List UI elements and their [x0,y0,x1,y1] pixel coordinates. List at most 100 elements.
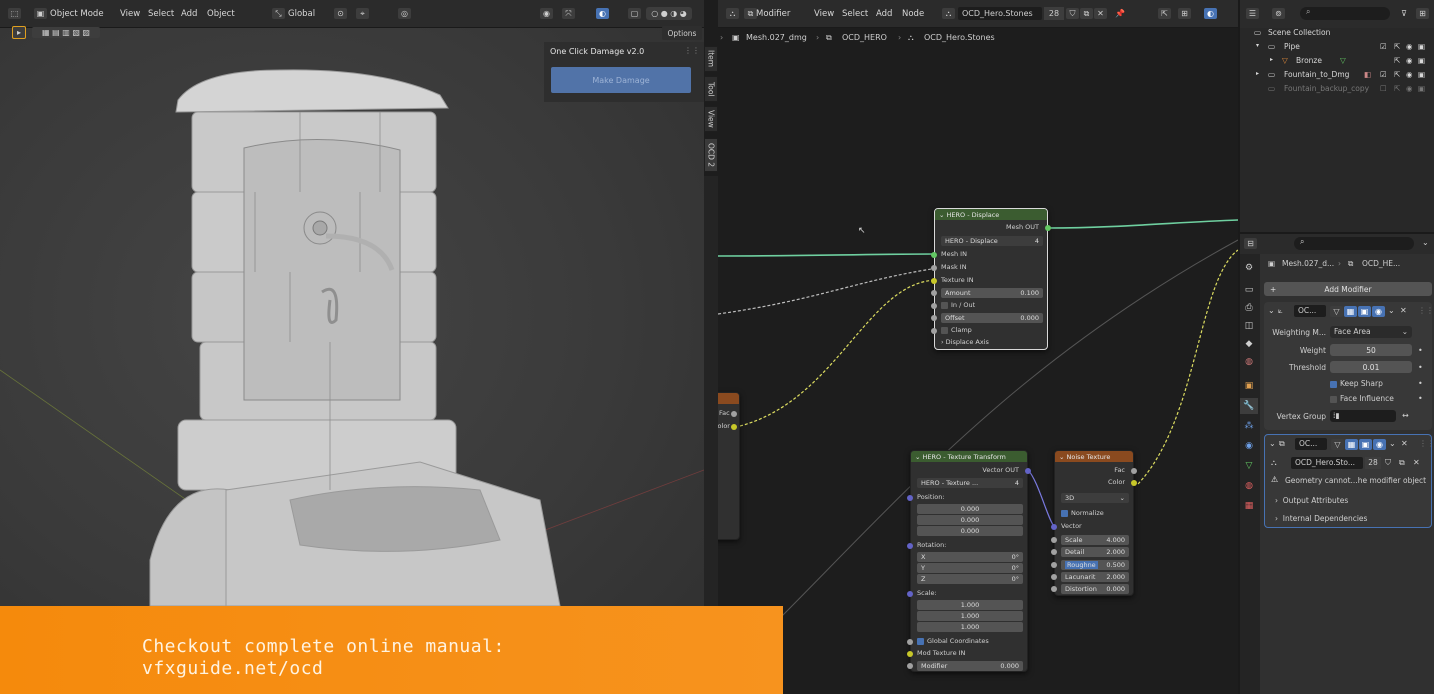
normalize-checkbox[interactable]: Normalize [1061,509,1104,517]
view-layer-tab-icon[interactable]: ◫ [1240,318,1258,334]
distortion-field[interactable]: Distortion 0.000 [1061,584,1129,594]
checkbox[interactable] [1330,395,1337,403]
weight-field[interactable]: 50 [1330,344,1412,356]
keep-sharp-checkbox[interactable]: Keep Sharp [1330,379,1383,388]
dropdown-icon[interactable]: ⌄ [1389,439,1396,448]
editmode-icon[interactable]: ▦ [1345,439,1358,450]
checkbox[interactable] [1061,509,1068,517]
camera-icon[interactable]: ▣ [1418,42,1425,51]
output-attributes-panel[interactable]: › Output Attributes [1275,496,1348,505]
mod-texture-socket[interactable] [907,651,913,657]
face-influence-checkbox[interactable]: Face Influence [1330,394,1394,403]
properties-search-input[interactable]: ⌕ [1294,237,1414,250]
threshold-field[interactable]: 0.01 [1330,361,1412,373]
outliner-row[interactable]: ▭ Scene Collection [1240,26,1434,40]
realtime-icon[interactable]: ▣ [1359,439,1372,450]
rotation-x-field[interactable]: X 0° [917,552,1023,562]
breadcrumb-item[interactable]: Mesh.027_d... [1282,259,1334,268]
checkbox[interactable] [1330,380,1337,388]
outliner-type-icon[interactable]: ☰ [1246,8,1259,19]
checkbox-icon[interactable]: ☑ [1380,42,1387,51]
editmode-icon[interactable]: ▦ [1344,306,1357,317]
camera-icon[interactable]: ▣ [1418,56,1425,65]
node-editor[interactable]: ⛬ ⧉ Modifier View Select Add Node ⛬ OCD_… [718,0,1238,694]
position-y-field[interactable]: 0.000 [917,515,1023,525]
duplicate-icon[interactable]: ⧉ [1399,458,1405,468]
vector-socket[interactable] [1051,524,1057,530]
tab-item[interactable]: Item [704,46,718,72]
orientation-icon[interactable]: ⤡ [272,8,285,19]
object-mode-icon[interactable]: ▣ [34,8,47,19]
weighting-mode-dropdown[interactable]: Face Area ⌄ [1330,326,1412,338]
output-tab-icon[interactable]: ⎙ [1240,300,1258,316]
clamp-checkbox[interactable]: Clamp [941,326,972,334]
global-coords-socket[interactable] [907,639,913,645]
render-tab-icon[interactable]: ▭ [1240,282,1258,298]
pivot-icon[interactable]: ⊙ [334,8,347,19]
menu-add[interactable]: Add [181,9,197,19]
snap-icon[interactable]: ⌖ [356,8,369,19]
properties-type-icon[interactable]: ⊟ [1244,238,1257,249]
distortion-socket[interactable] [1051,586,1057,592]
menu-view[interactable]: View [120,9,140,19]
select-icon[interactable]: ⇱ [1394,70,1400,79]
display-mode-icon[interactable]: ⊚ [1272,8,1285,19]
internal-dependencies-panel[interactable]: › Internal Dependencies [1275,514,1367,523]
object-mode-dropdown[interactable]: Object Mode [50,9,104,19]
camera-icon[interactable]: ▣ [1418,84,1425,93]
expand-arrow-icon[interactable]: ▸ [1270,56,1273,63]
expand-arrow-icon[interactable]: ▸ [1256,70,1259,77]
eye-icon[interactable]: ◉ [1406,42,1413,51]
nodegroup-field[interactable]: OCD_Hero.Sto... [1291,457,1363,469]
tab-tool[interactable]: Tool [704,76,718,102]
banner-line-2[interactable]: vfxguide.net/ocd [142,658,323,679]
scale-y-field[interactable]: 1.000 [917,611,1023,621]
checkbox[interactable] [917,637,924,645]
realtime-icon[interactable]: ▣ [1358,306,1371,317]
outliner-row[interactable]: ▸ ▭ Fountain_to_Dmg ◧ ☑ ⇱ ◉ ▣ [1240,68,1434,82]
select-icon[interactable]: ⇱ [1394,84,1400,93]
options-dropdown[interactable]: Options [662,26,702,40]
amount-field[interactable]: Amount 0.100 [941,288,1043,298]
offset-field[interactable]: Offset 0.000 [941,313,1043,323]
selection-mode-icons[interactable]: ▦ ▤ ▥ ▧ ▨ [32,27,100,38]
unlink-icon[interactable]: ✕ [1413,458,1420,467]
vertex-icon[interactable]: ▽ [1330,306,1343,317]
chevron-down-icon[interactable]: ⌄ [1268,306,1275,315]
eye-icon[interactable]: ◉ [1406,84,1413,93]
scale-field[interactable]: Scale 4.000 [1061,535,1129,545]
roughness-field[interactable]: Roughne 0.500 [1061,560,1129,570]
dimensions-dropdown[interactable]: 3D ⌄ [1061,493,1129,503]
color-socket[interactable] [731,424,737,430]
scale-z-field[interactable]: 1.000 [917,622,1023,632]
keyframe-dot-icon[interactable]: • [1418,394,1423,403]
texture-in-socket[interactable] [931,278,937,284]
chevron-down-icon[interactable]: ⌄ [1269,439,1276,448]
select-icon[interactable]: ⇱ [1394,56,1400,65]
scale-socket[interactable] [907,591,913,597]
nodegroup-user-count[interactable]: 28 [1365,457,1381,469]
modifier-name-field[interactable]: OC... [1295,438,1327,450]
3d-viewport[interactable]: ⬚ ▣ Object Mode View Select Add Object ⤡… [0,0,704,694]
close-icon[interactable]: ✕ [1400,306,1407,315]
noise-texture-node[interactable]: ⌄ Noise Texture Fac Color 3D ⌄ Normalize … [1051,450,1137,596]
vector-out-socket[interactable] [1025,468,1031,474]
position-socket[interactable] [907,495,913,501]
make-damage-button[interactable]: Make Damage [551,67,691,93]
camera-icon[interactable]: ▣ [1418,70,1425,79]
rotation-y-field[interactable]: Y 0° [917,563,1023,573]
inout-checkbox[interactable]: In / Out [941,301,975,309]
modifier-field[interactable]: Modifier 0.000 [917,661,1023,671]
color-socket[interactable] [1131,480,1137,486]
select-icon[interactable]: ⇱ [1394,42,1400,51]
particles-tab-icon[interactable]: ⁂ [1240,418,1258,434]
scale-x-field[interactable]: 1.000 [917,600,1023,610]
gizmo-icon[interactable]: ⤧ [562,8,575,19]
nodegroup-selector[interactable]: HERO - Texture ... 4 [917,478,1023,488]
scale-socket[interactable] [1051,537,1057,543]
amount-socket[interactable] [931,290,937,296]
chevron-down-icon[interactable]: ⌄ [1422,238,1429,247]
shading-modes[interactable]: ○ ● ◑ ◕ [646,7,692,20]
expand-arrow-icon[interactable]: ▾ [1256,42,1259,49]
global-coords-checkbox[interactable]: Global Coordinates [917,637,989,645]
